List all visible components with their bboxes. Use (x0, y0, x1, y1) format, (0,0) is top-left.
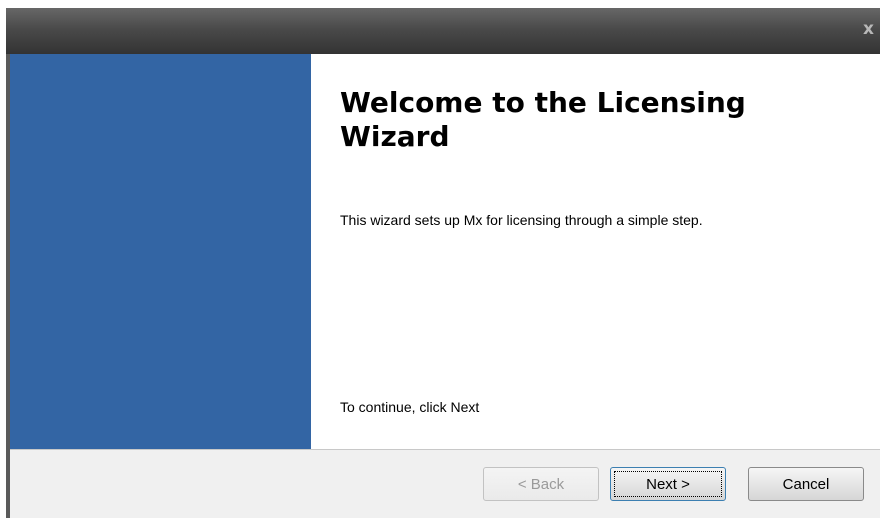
next-button[interactable]: Next > (610, 467, 726, 501)
page-title: Welcome to the Licensing Wizard (340, 86, 746, 153)
wizard-content-panel: Welcome to the Licensing Wizard This wiz… (311, 54, 880, 449)
licensing-wizard-window: x Welcome to the Licensing Wizard This w… (0, 0, 880, 518)
wizard-button-bar: < Back Next > Cancel (10, 449, 880, 518)
wizard-description: This wizard sets up Mx for licensing thr… (340, 212, 703, 228)
continue-instruction: To continue, click Next (340, 399, 480, 415)
close-icon[interactable]: x (863, 21, 874, 38)
back-button[interactable]: < Back (483, 467, 599, 501)
wizard-side-banner (10, 54, 311, 449)
title-bar[interactable]: x (6, 8, 880, 54)
cancel-button-label: Cancel (782, 475, 830, 493)
focus-rectangle (614, 471, 722, 497)
cancel-button[interactable]: Cancel (748, 467, 864, 501)
back-button-label: < Back (517, 475, 565, 493)
